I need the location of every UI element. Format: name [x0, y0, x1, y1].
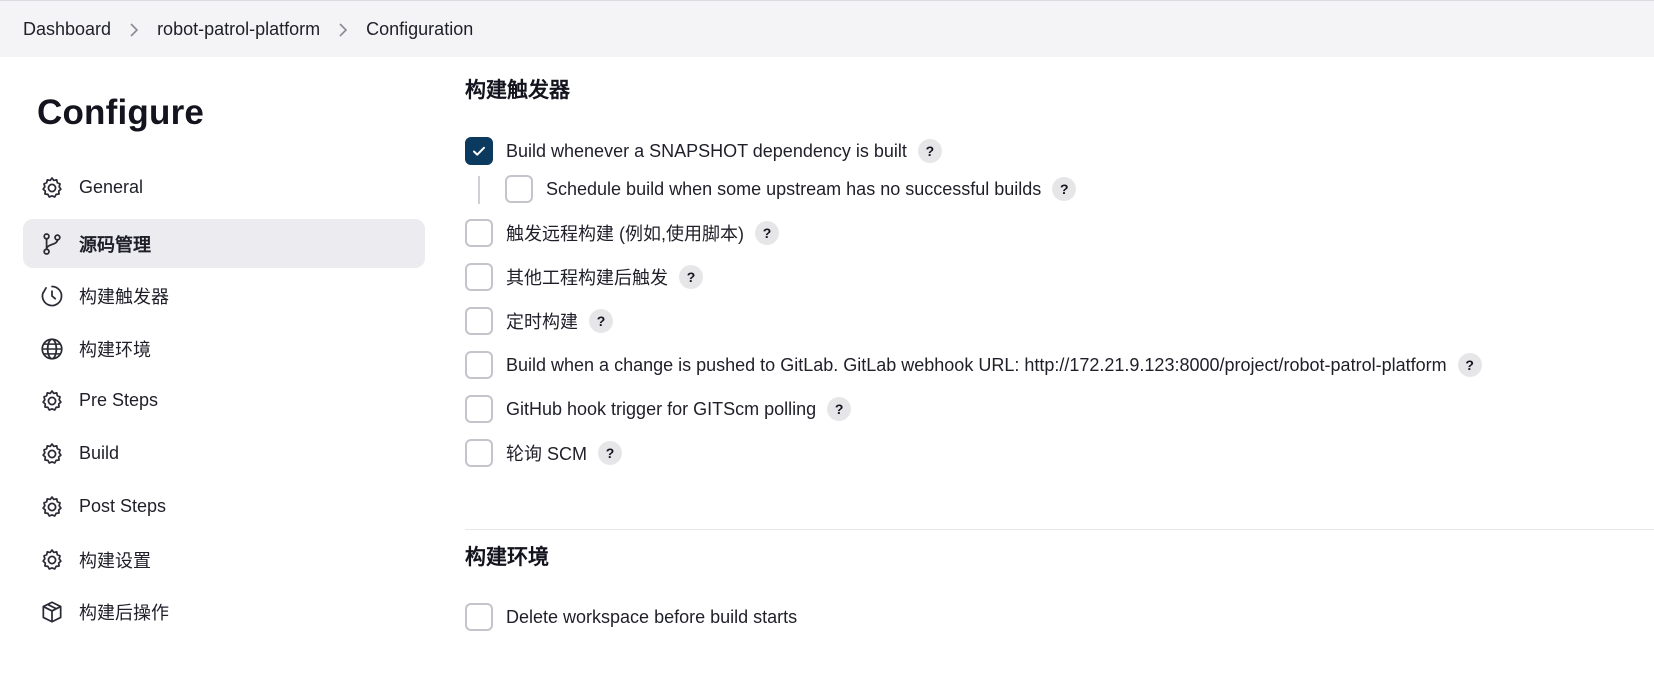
- sidebar-item-label: Build: [79, 443, 120, 463]
- globe-icon: [39, 336, 65, 362]
- gear-icon: [39, 388, 65, 414]
- gear-icon: [39, 441, 65, 467]
- help-icon[interactable]: ?: [598, 441, 622, 465]
- option-github-hook: GitHub hook trigger for GITScm polling ?: [465, 395, 852, 423]
- main-content: 构建触发器 Build whenever a SNAPSHOT dependen…: [465, 57, 1654, 680]
- sidebar: Configure General 源码管理 构建触发器 构建环境 Pre St…: [23, 57, 425, 680]
- option-label: Schedule build when some upstream has no…: [546, 178, 1042, 199]
- sidebar-item-post-build[interactable]: 构建后操作: [23, 587, 425, 636]
- checkmark-icon: [473, 146, 485, 156]
- option-periodic-build: 定时构建 ?: [465, 307, 613, 335]
- option-snapshot-dependency: Build whenever a SNAPSHOT dependency is …: [465, 137, 942, 165]
- option-delete-workspace: Delete workspace before build starts: [465, 603, 797, 631]
- section-title-build-triggers: 构建触发器: [465, 79, 570, 102]
- sidebar-item-label: 构建环境: [79, 339, 151, 360]
- checkbox[interactable]: [465, 395, 493, 423]
- branch-icon: [39, 231, 65, 257]
- option-label: 轮询 SCM: [506, 444, 587, 464]
- checkbox[interactable]: [465, 219, 493, 247]
- checkbox[interactable]: [465, 307, 493, 335]
- checkbox[interactable]: [465, 603, 493, 631]
- option-gitlab-push: Build when a change is pushed to GitLab.…: [465, 351, 1482, 379]
- help-icon[interactable]: ?: [589, 309, 613, 333]
- option-remote-trigger: 触发远程构建 (例如,使用脚本) ?: [465, 219, 779, 247]
- help-icon[interactable]: ?: [679, 265, 703, 289]
- sidebar-item-label: Post Steps: [79, 496, 167, 516]
- breadcrumb-dashboard[interactable]: Dashboard: [23, 19, 111, 40]
- breadcrumb-configuration[interactable]: Configuration: [366, 19, 473, 40]
- nested-indicator-line: [478, 176, 480, 204]
- option-label: 定时构建: [506, 312, 578, 332]
- clock-icon: [39, 283, 65, 309]
- package-icon: [39, 599, 65, 625]
- sidebar-item-label: 构建设置: [79, 550, 151, 571]
- sidebar-item-label: 构建后操作: [79, 602, 169, 623]
- sidebar-item-label: 源码管理: [79, 234, 151, 255]
- sidebar-item-source-code[interactable]: 源码管理: [23, 219, 425, 268]
- option-poll-scm: 轮询 SCM ?: [465, 439, 622, 467]
- help-icon[interactable]: ?: [1457, 353, 1482, 377]
- chevron-right-icon: [111, 19, 157, 40]
- option-label: Build when a change is pushed to GitLab.…: [506, 354, 1447, 375]
- sidebar-item-build-environment[interactable]: 构建环境: [23, 324, 425, 373]
- option-schedule-upstream: Schedule build when some upstream has no…: [505, 175, 1077, 203]
- help-icon[interactable]: ?: [917, 139, 942, 163]
- gear-icon: [39, 494, 65, 520]
- option-label: Build whenever a SNAPSHOT dependency is …: [506, 140, 907, 161]
- breadcrumb: Dashboard robot-patrol-platform Configur…: [0, 0, 1654, 57]
- sidebar-item-label: Pre Steps: [79, 390, 159, 410]
- checkbox[interactable]: [465, 263, 493, 291]
- sidebar-item-build-triggers[interactable]: 构建触发器: [23, 271, 425, 320]
- option-label: 其他工程构建后触发: [506, 268, 668, 288]
- sidebar-item-label: 构建触发器: [79, 286, 169, 307]
- option-label: GitHub hook trigger for GITScm polling: [506, 398, 817, 419]
- sidebar-item-post-steps[interactable]: Post Steps: [23, 482, 425, 531]
- section-title-build-environment: 构建环境: [465, 546, 549, 569]
- checkbox[interactable]: [465, 351, 493, 379]
- sidebar-item-build[interactable]: Build: [23, 429, 425, 478]
- chevron-right-icon: [320, 19, 366, 40]
- checkbox-checked[interactable]: [465, 137, 493, 165]
- help-icon[interactable]: ?: [827, 397, 852, 421]
- gear-icon: [39, 175, 65, 201]
- option-label: Delete workspace before build starts: [506, 606, 798, 627]
- page-title: Configure: [37, 93, 205, 132]
- sidebar-item-build-settings[interactable]: 构建设置: [23, 535, 425, 584]
- option-label: 触发远程构建 (例如,使用脚本): [506, 224, 744, 244]
- checkbox[interactable]: [505, 175, 533, 203]
- breadcrumb-project[interactable]: robot-patrol-platform: [157, 19, 320, 40]
- sidebar-item-pre-steps[interactable]: Pre Steps: [23, 376, 425, 425]
- section-divider: [465, 529, 1654, 530]
- option-after-other-projects: 其他工程构建后触发 ?: [465, 263, 703, 291]
- help-icon[interactable]: ?: [1052, 177, 1077, 201]
- checkbox[interactable]: [465, 439, 493, 467]
- sidebar-item-general[interactable]: General: [23, 163, 425, 212]
- help-icon[interactable]: ?: [755, 221, 779, 245]
- sidebar-item-label: General: [79, 177, 144, 197]
- gear-icon: [39, 547, 65, 573]
